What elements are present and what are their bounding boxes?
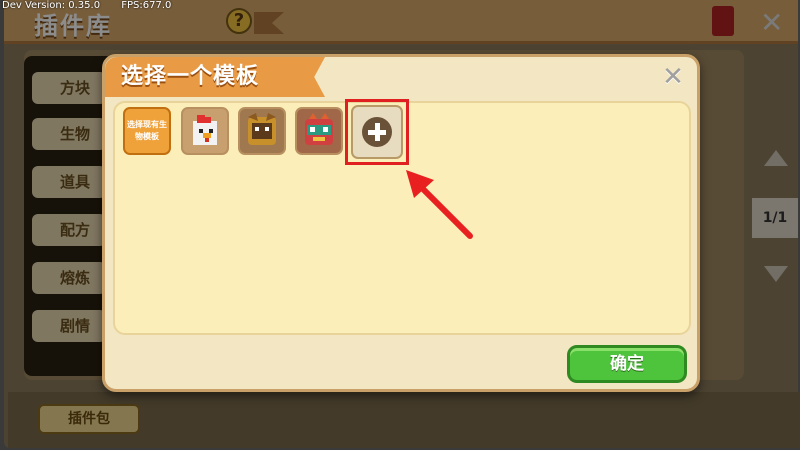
dev-version-text: Dev Version: 0.35.0 <box>2 0 101 11</box>
select-existing-template-button[interactable]: 选择现有生物模板 <box>123 107 171 155</box>
title-ribbon-notch <box>301 57 325 97</box>
tab-recipes[interactable]: 配方 <box>32 214 106 246</box>
help-icon[interactable]: ? <box>226 8 252 34</box>
trash-icon[interactable] <box>712 6 734 36</box>
plugin-pack-button[interactable]: 插件包 <box>38 404 140 434</box>
page-down-icon[interactable] <box>764 266 788 282</box>
masked-creature-icon[interactable] <box>295 107 343 155</box>
confirm-button[interactable]: 确定 <box>567 345 687 383</box>
add-template-button[interactable] <box>351 105 403 159</box>
fps-text: FPS:677.0 <box>121 0 172 11</box>
dialog-close-icon[interactable]: ✕ <box>659 63 687 91</box>
chicken-icon[interactable] <box>181 107 229 155</box>
ribbon-decoration <box>254 12 284 34</box>
pointer-arrow-icon <box>406 170 473 239</box>
tab-smelting[interactable]: 熔炼 <box>32 262 106 294</box>
page-indicator: 1/1 <box>752 198 798 238</box>
wolf-armor-graphic <box>248 113 276 145</box>
plus-icon <box>362 117 392 147</box>
tab-story[interactable]: 剧情 <box>32 310 106 342</box>
page-up-icon[interactable] <box>764 150 788 166</box>
close-icon[interactable]: ✕ <box>760 6 783 39</box>
dialog-title-banner: 选择一个模板 <box>105 57 325 97</box>
tab-creatures[interactable]: 生物 <box>32 118 106 150</box>
wolf-armor-icon[interactable] <box>238 107 286 155</box>
plugin-library-title: 插件库 <box>34 12 112 40</box>
dialog-title: 选择一个模板 <box>105 57 301 97</box>
chicken-graphic <box>193 115 217 145</box>
masked-creature-graphic <box>305 113 333 145</box>
tab-blocks[interactable]: 方块 <box>32 72 106 104</box>
dialog-footer: 确定 <box>105 337 697 389</box>
debug-overlay: Dev Version: 0.35.0 FPS:677.0 <box>2 0 189 11</box>
tab-items[interactable]: 道具 <box>32 166 106 198</box>
